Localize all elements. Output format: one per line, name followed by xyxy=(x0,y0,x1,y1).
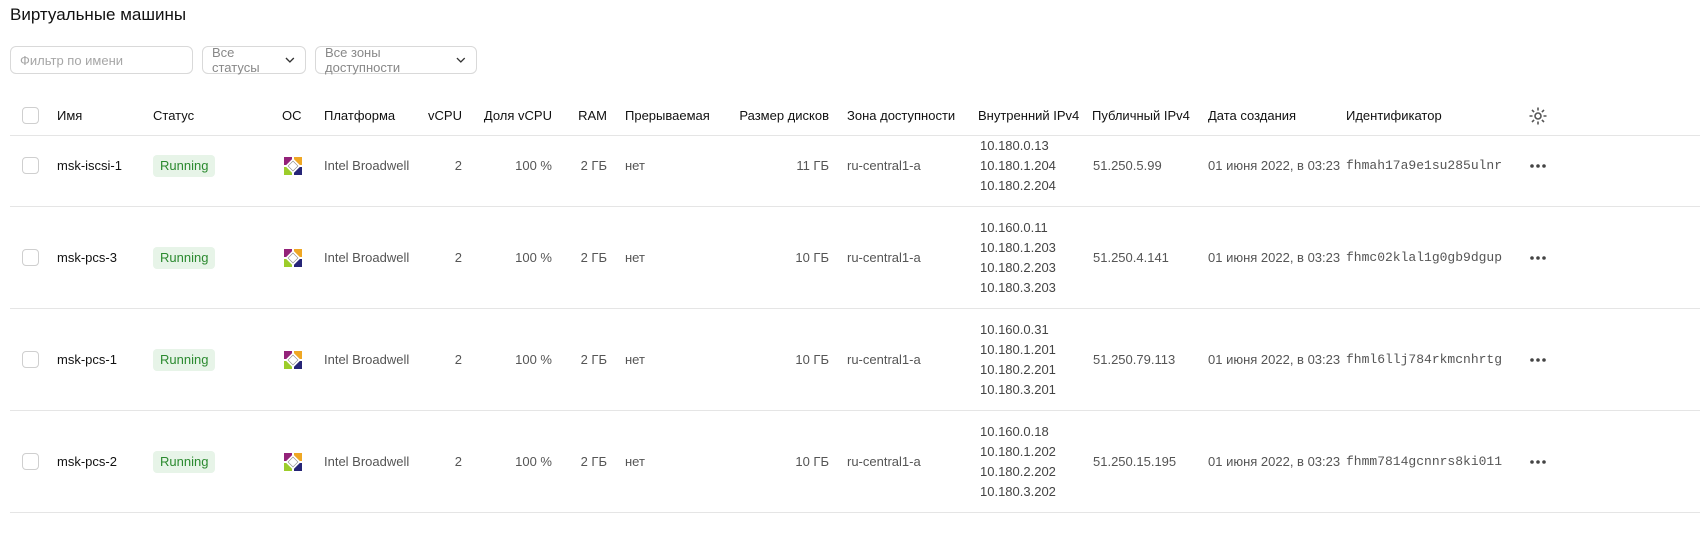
vcpu-cell: 2 xyxy=(454,250,462,265)
row-checkbox[interactable] xyxy=(22,157,39,174)
vm-id-cell[interactable]: fhmm7814gcnnrs8ki011 xyxy=(1346,454,1502,469)
vcpu-share-cell: 100 % xyxy=(515,250,552,265)
more-actions-icon[interactable] xyxy=(1528,452,1548,472)
internal-ip: 10.180.2.203 xyxy=(980,260,1056,275)
internal-ip-list: 10.160.0.18 10.180.1.202 10.180.2.202 10.18… xyxy=(980,422,1056,502)
created-cell: 01 июня 2022, в 03:23 xyxy=(1208,454,1341,469)
internal-ip: 10.180.1.201 xyxy=(980,342,1056,357)
created-cell: 01 июня 2022, в 03:23 xyxy=(1208,250,1341,265)
internal-ip: 10.180.1.203 xyxy=(980,240,1056,255)
zone-cell: ru-central1-a xyxy=(847,250,921,265)
internal-ip: 10.180.3.203 xyxy=(980,280,1056,295)
more-actions-icon[interactable] xyxy=(1528,156,1548,176)
internal-ip: 10.180.2.201 xyxy=(980,362,1056,377)
platform-cell: Intel Broadwell xyxy=(324,250,410,265)
status-badge: Running xyxy=(153,247,216,269)
disk-size-cell: 10 ГБ xyxy=(795,352,829,367)
more-actions-icon[interactable] xyxy=(1528,248,1548,268)
row-checkbox[interactable] xyxy=(22,351,39,368)
ram-cell: 2 ГБ xyxy=(580,158,607,173)
internal-ip: 10.180.1.204 xyxy=(980,158,1056,173)
zone-cell: ru-central1-a xyxy=(847,352,921,367)
zone-select[interactable]: Все зоны доступности xyxy=(315,45,477,75)
internal-ip-list: 10.160.0.11 10.180.1.203 10.180.2.203 10.18… xyxy=(980,218,1056,298)
vcpu-share-cell: 100 % xyxy=(515,158,552,173)
status-badge: Running xyxy=(153,349,216,371)
table-row[interactable]: msk-pcs-2 Running Intel Broadwell 2 100 % 2 Г… xyxy=(10,411,1700,513)
vm-name[interactable]: msk-pcs-3 xyxy=(57,250,117,265)
vcpu-cell: 2 xyxy=(454,352,462,367)
status-badge: Running xyxy=(153,155,216,177)
name-filter-input[interactable] xyxy=(10,46,193,74)
public-ip-cell: 51.250.79.113 xyxy=(1093,352,1176,367)
table-row[interactable]: msk-pcs-3 Running Intel Broadwell 2 100 % 2 Г… xyxy=(10,207,1700,309)
zone-select-label: Все зоны доступности xyxy=(325,45,401,75)
public-ip-cell: 51.250.15.195 xyxy=(1093,454,1177,469)
vm-name[interactable]: msk-iscsi-1 xyxy=(57,158,122,173)
vm-id-cell[interactable]: fhmah17a9e1su285ulnr xyxy=(1346,158,1502,173)
preemptible-cell: нет xyxy=(625,352,645,367)
vm-name[interactable]: msk-pcs-1 xyxy=(57,352,117,367)
status-select-label: Все статусы xyxy=(212,45,260,75)
public-ip-cell: 51.250.5.99 xyxy=(1093,158,1162,173)
vcpu-cell: 2 xyxy=(454,158,462,173)
internal-ip: 10.180.0.13 xyxy=(980,138,1049,153)
disk-size-cell: 10 ГБ xyxy=(795,250,829,265)
internal-ip: 10.180.3.202 xyxy=(980,484,1056,499)
internal-ip-list: 10.160.0.31 10.180.1.201 10.180.2.201 10.18… xyxy=(980,320,1056,400)
vm-id-cell[interactable]: fhmc02klal1g0gb9dgup xyxy=(1346,250,1502,265)
vcpu-share-cell: 100 % xyxy=(515,352,552,367)
created-cell: 01 июня 2022, в 03:23 xyxy=(1208,352,1341,367)
page-title: Виртуальные машины xyxy=(10,5,187,24)
ram-cell: 2 ГБ xyxy=(580,250,607,265)
preemptible-cell: нет xyxy=(625,454,645,469)
vm-id-cell[interactable]: fhml6llj784rkmcnhrtg xyxy=(1346,352,1502,367)
platform-cell: Intel Broadwell xyxy=(324,352,410,367)
ram-cell: 2 ГБ xyxy=(580,352,607,367)
platform-cell: Intel Broadwell xyxy=(324,454,410,469)
vcpu-share-cell: 100 % xyxy=(515,454,552,469)
status-select[interactable]: Все статусы xyxy=(202,45,306,75)
chevron-down-icon xyxy=(285,57,295,63)
gear-icon[interactable] xyxy=(1528,106,1548,126)
internal-ip: 10.160.0.31 xyxy=(980,322,1049,337)
os-icon xyxy=(280,153,306,179)
internal-ip: 10.160.0.11 xyxy=(980,220,1048,235)
internal-ip-list: 10.180.0.13 10.180.1.204 10.180.2.204 xyxy=(980,136,1056,196)
vm-name[interactable]: msk-pcs-2 xyxy=(57,454,117,469)
disk-size-cell: 10 ГБ xyxy=(795,454,829,469)
internal-ip: 10.180.1.202 xyxy=(980,444,1056,459)
ram-cell: 2 ГБ xyxy=(580,454,607,469)
table-row[interactable]: msk-iscsi-1 Running Intel Broadwell 2 100 % 2… xyxy=(10,125,1700,207)
public-ip-cell: 51.250.4.141 xyxy=(1093,250,1169,265)
internal-ip: 10.180.2.204 xyxy=(980,178,1056,193)
platform-cell: Intel Broadwell xyxy=(324,158,410,173)
preemptible-cell: нет xyxy=(625,158,645,173)
select-all-checkbox[interactable] xyxy=(22,107,39,124)
table-row[interactable]: msk-pcs-1 Running Intel Broadwell 2 100 % 2 Г… xyxy=(10,309,1700,411)
disk-size-cell: 11 ГБ xyxy=(796,158,829,173)
zone-cell: ru-central1-a xyxy=(847,158,921,173)
preemptible-cell: нет xyxy=(625,250,645,265)
more-actions-icon[interactable] xyxy=(1528,350,1548,370)
chevron-down-icon xyxy=(456,57,466,63)
status-badge: Running xyxy=(153,451,216,473)
os-icon xyxy=(280,347,306,373)
created-cell: 01 июня 2022, в 03:23 xyxy=(1208,158,1341,173)
internal-ip: 10.180.3.201 xyxy=(980,382,1056,397)
internal-ip: 10.180.2.202 xyxy=(980,464,1056,479)
os-icon xyxy=(280,449,306,475)
zone-cell: ru-central1-a xyxy=(847,454,921,469)
row-checkbox[interactable] xyxy=(22,453,39,470)
row-checkbox[interactable] xyxy=(22,249,39,266)
os-icon xyxy=(280,245,306,271)
vcpu-cell: 2 xyxy=(454,454,462,469)
internal-ip: 10.160.0.18 xyxy=(980,424,1049,439)
